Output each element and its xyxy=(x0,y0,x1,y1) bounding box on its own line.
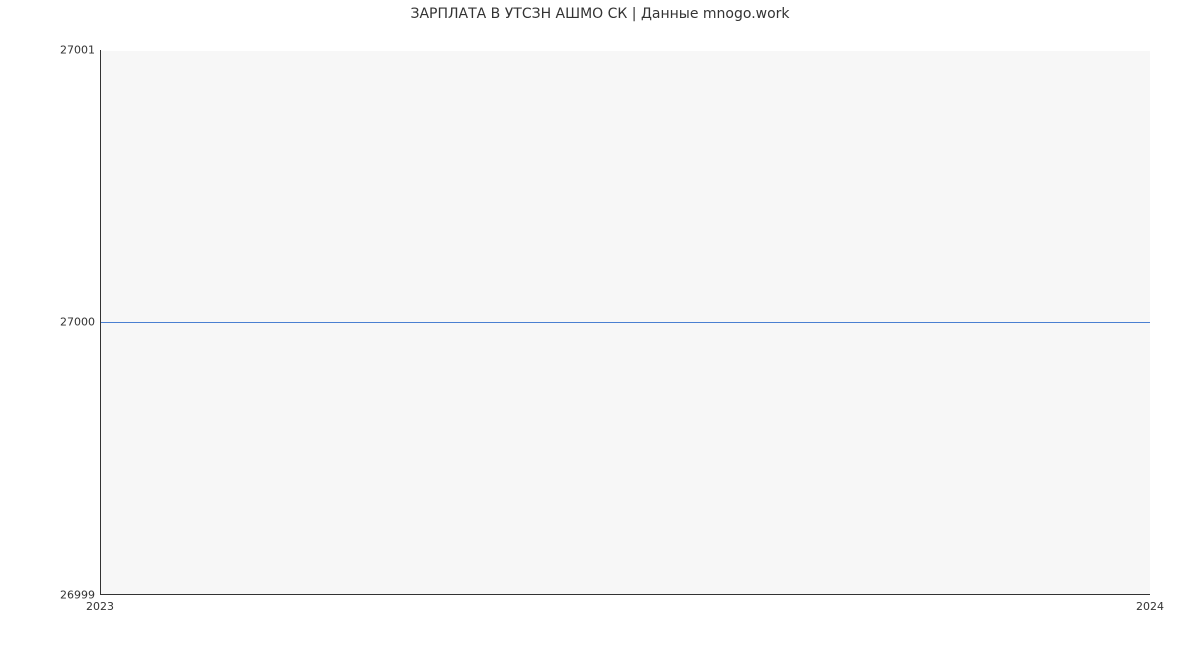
x-tick-label: 2024 xyxy=(1136,600,1164,613)
gridline xyxy=(101,50,1150,51)
y-tick-label: 26999 xyxy=(5,589,95,602)
y-tick-label: 27001 xyxy=(5,44,95,57)
chart-container: ЗАРПЛАТА В УТСЗН АШМО СК | Данные mnogo.… xyxy=(0,0,1200,650)
x-tick-label: 2023 xyxy=(86,600,114,613)
y-tick-label: 27000 xyxy=(5,316,95,329)
plot-area xyxy=(100,50,1150,595)
chart-title: ЗАРПЛАТА В УТСЗН АШМО СК | Данные mnogo.… xyxy=(0,6,1200,22)
data-line xyxy=(101,322,1150,323)
